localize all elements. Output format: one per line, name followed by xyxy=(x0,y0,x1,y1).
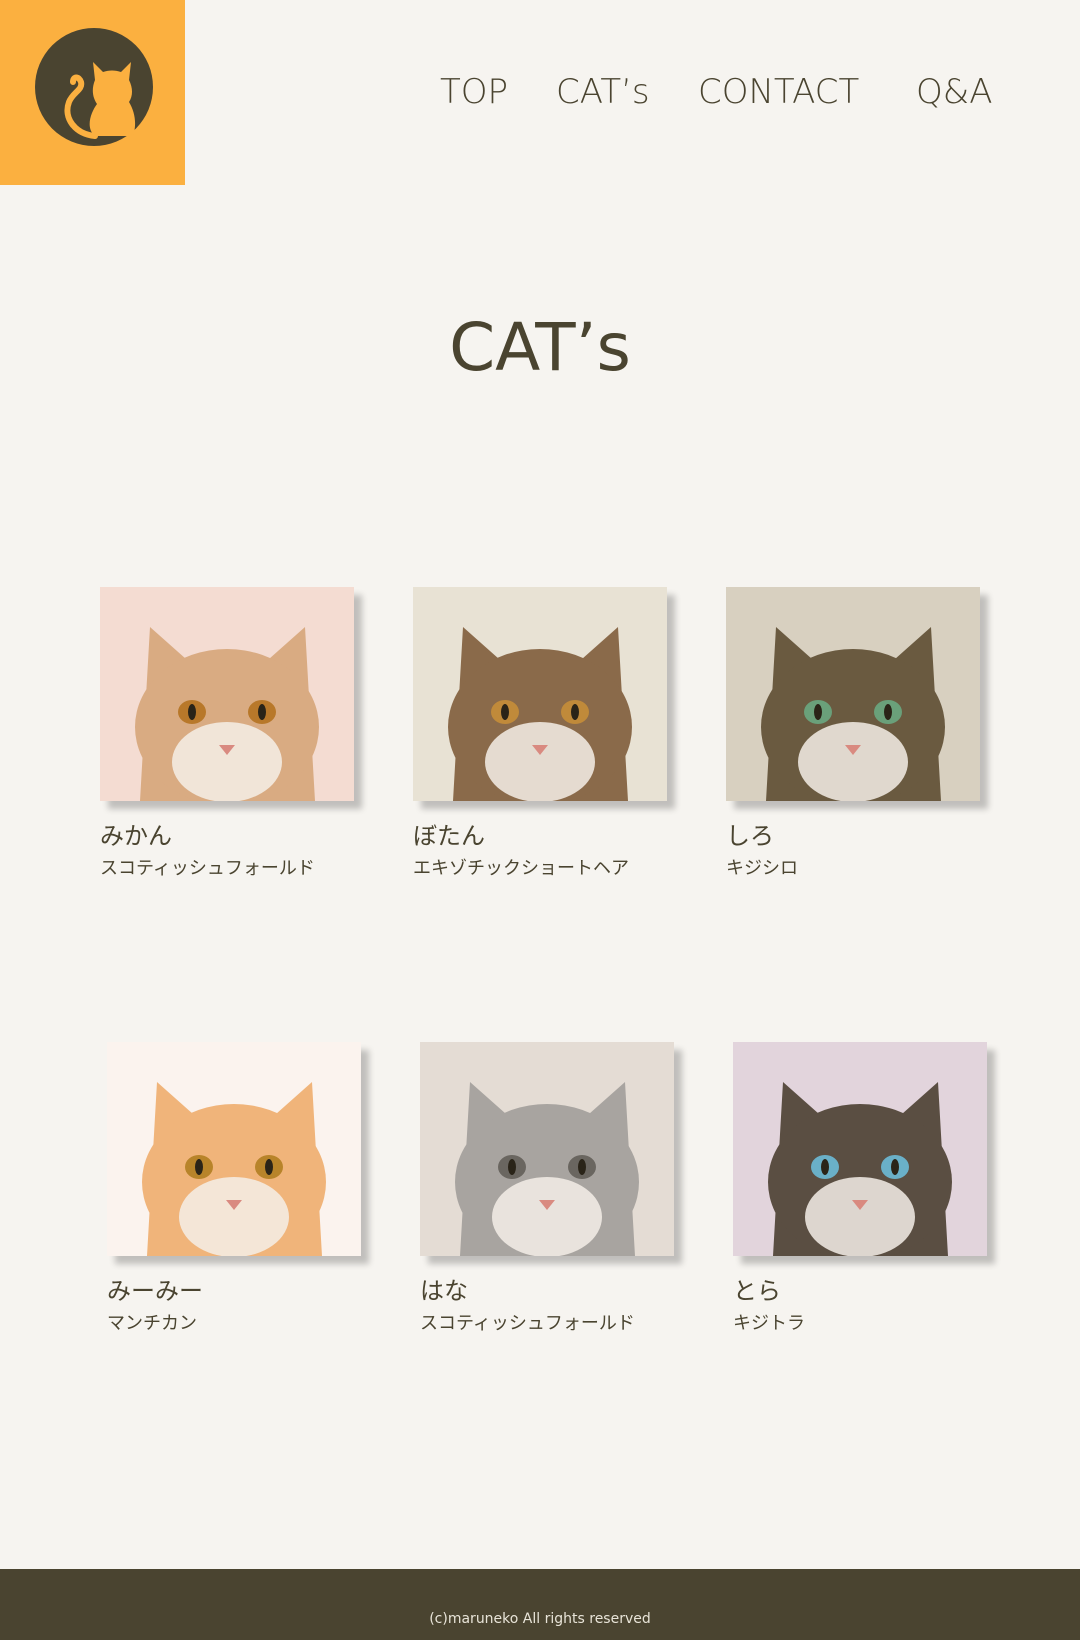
cat-photo[interactable] xyxy=(107,1042,361,1256)
cat-card[interactable]: はな スコティッシュフォールド xyxy=(420,1042,675,1336)
cat-silhouette-icon xyxy=(35,28,153,146)
nav-link-top[interactable]: TOP xyxy=(440,70,508,114)
cat-face-illustration xyxy=(107,1042,361,1256)
cat-breed: キジトラ xyxy=(733,1313,805,1334)
cat-photo[interactable] xyxy=(100,587,354,801)
nav-link-cats[interactable]: CAT’s xyxy=(556,70,650,114)
nav-link-contact[interactable]: CONTACT xyxy=(698,70,859,114)
cat-breed: キジシロ xyxy=(726,858,798,879)
page-title: CAT’s xyxy=(449,309,631,386)
cat-name: みーみー xyxy=(107,1277,203,1305)
cat-card[interactable]: みーみー マンチカン xyxy=(107,1042,362,1336)
site-logo[interactable] xyxy=(0,0,185,185)
cat-card[interactable]: みかん スコティッシュフォールド xyxy=(100,587,355,881)
cat-name: みかん xyxy=(100,822,172,850)
cat-card[interactable]: しろ キジシロ xyxy=(726,587,981,881)
cat-face-illustration xyxy=(726,587,980,801)
cat-face-illustration xyxy=(420,1042,674,1256)
nav-link-qa[interactable]: Q&A xyxy=(916,70,993,114)
cat-photo[interactable] xyxy=(726,587,980,801)
cat-card[interactable]: とら キジトラ xyxy=(733,1042,988,1336)
main-nav: TOP CAT’s CONTACT Q&A xyxy=(440,70,1000,114)
cat-photo[interactable] xyxy=(413,587,667,801)
cat-photo[interactable] xyxy=(420,1042,674,1256)
cat-face-illustration xyxy=(413,587,667,801)
cat-card[interactable]: ぼたん エキゾチックショートヘア xyxy=(413,587,668,881)
cat-breed: スコティッシュフォールド xyxy=(420,1313,635,1334)
cat-name: はな xyxy=(420,1277,468,1305)
cat-name: とら xyxy=(733,1277,781,1305)
copyright-text: (c)maruneko All rights reserved xyxy=(429,1611,651,1627)
site-footer: (c)maruneko All rights reserved xyxy=(0,1569,1080,1640)
cat-name: しろ xyxy=(726,822,774,850)
cat-face-illustration xyxy=(733,1042,987,1256)
cat-name: ぼたん xyxy=(413,822,485,850)
cat-face-illustration xyxy=(100,587,354,801)
cat-breed: エキゾチックショートヘア xyxy=(413,858,629,879)
cat-photo[interactable] xyxy=(733,1042,987,1256)
cat-breed: マンチカン xyxy=(107,1313,197,1334)
cat-breed: スコティッシュフォールド xyxy=(100,858,315,879)
